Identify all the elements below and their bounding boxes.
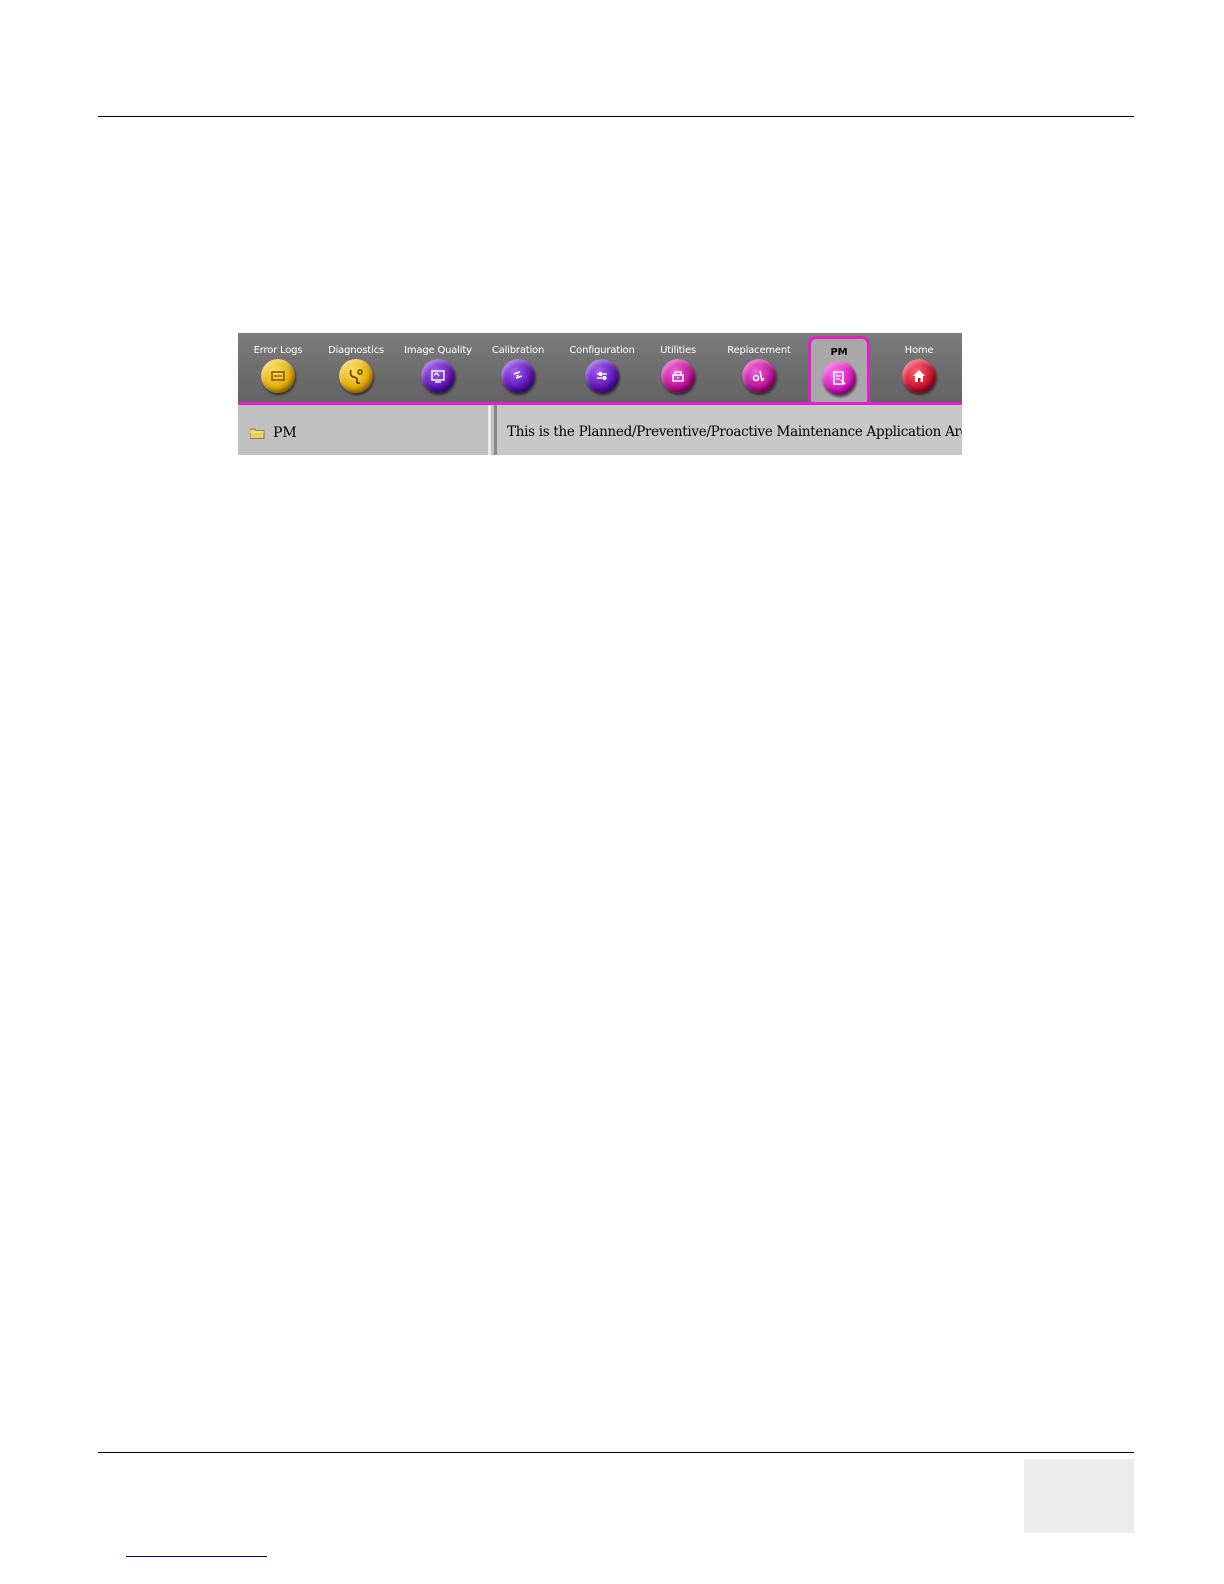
tab-error-logs[interactable]: Error Logs (238, 333, 318, 402)
stethoscope-icon (339, 359, 373, 393)
tab-label: Error Logs (253, 345, 303, 356)
content-pane: This is the Planned/Preventive/Proactive… (494, 405, 962, 455)
replacement-icon (742, 359, 776, 393)
tab-utilities[interactable]: Utilities (638, 333, 718, 402)
page-number-box (1024, 1459, 1134, 1533)
navigation-tree-pane: PM (238, 405, 491, 455)
tab-label: Diagnostics (328, 345, 384, 356)
configuration-icon (585, 359, 619, 393)
footer-rule (98, 1452, 1134, 1453)
service-app-window: Error Logs Diagnostics Image Quality Cal… (238, 333, 962, 455)
image-quality-icon (421, 359, 455, 393)
tab-configuration[interactable]: Configuration (562, 333, 642, 402)
tab-label: Configuration (569, 345, 635, 356)
header-rule (98, 116, 1134, 117)
home-icon (902, 359, 936, 393)
tab-label: Home (904, 345, 934, 356)
main-toolbar: Error Logs Diagnostics Image Quality Cal… (238, 333, 962, 405)
folder-icon (250, 428, 265, 439)
tab-label: Image Quality (404, 345, 472, 356)
tab-pm[interactable]: PM (808, 336, 870, 405)
error-logs-icon (261, 359, 295, 393)
tab-label: PM (830, 347, 848, 358)
tab-label: Calibration (491, 345, 545, 356)
tab-diagnostics[interactable]: Diagnostics (316, 333, 396, 402)
tab-home[interactable]: Home (879, 333, 959, 402)
tree-item-label: PM (273, 425, 297, 441)
tab-image-quality[interactable]: Image Quality (398, 333, 478, 402)
tab-label: Replacement (727, 345, 791, 356)
utilities-icon (661, 359, 695, 393)
pm-welcome-message: This is the Planned/Preventive/Proactive… (507, 424, 962, 440)
tree-item-pm[interactable]: PM (250, 425, 297, 441)
tab-calibration[interactable]: Calibration (478, 333, 558, 402)
footer-link-underline[interactable] (126, 1556, 267, 1557)
tab-label: Utilities (660, 345, 696, 356)
pm-clipboard-icon (822, 361, 856, 395)
tab-replacement[interactable]: Replacement (719, 333, 799, 402)
calibration-icon (501, 359, 535, 393)
